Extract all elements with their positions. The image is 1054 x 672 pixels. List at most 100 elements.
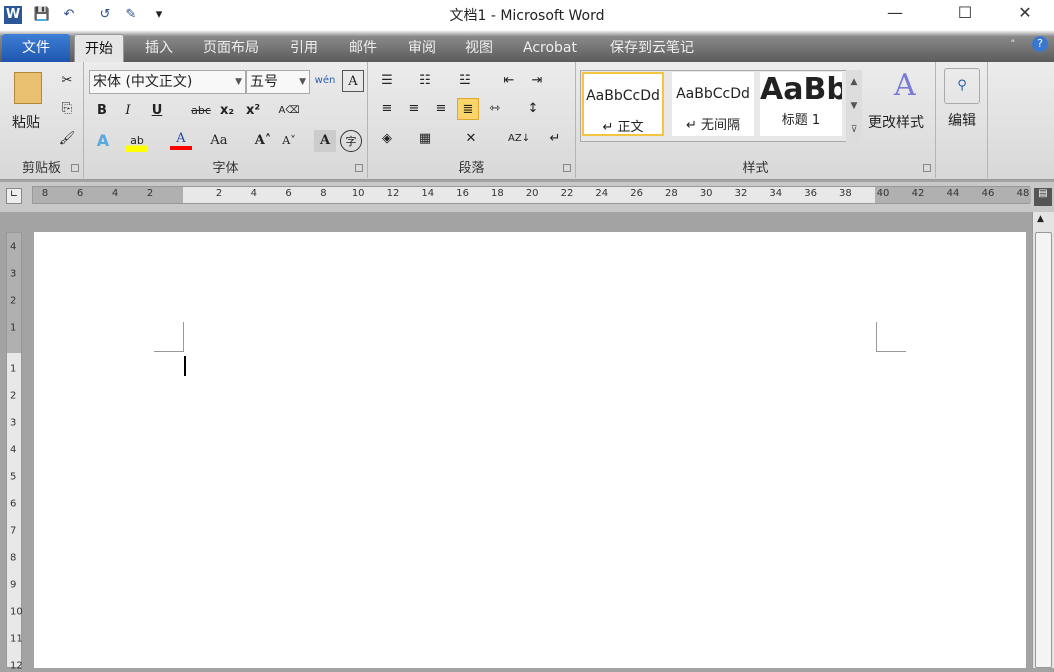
scroll-up-icon[interactable]: ▲ — [1037, 214, 1044, 224]
ruler-tick-label: 28 — [665, 188, 678, 199]
margin-corner-top-left — [154, 322, 184, 352]
ruler-tick-label: 42 — [911, 188, 925, 199]
tab-view[interactable]: 视图 — [455, 34, 503, 62]
distributed-icon[interactable]: ⇿ — [484, 98, 506, 120]
dialog-launcher-icon[interactable] — [923, 164, 931, 172]
strikethrough-button[interactable]: abc — [188, 100, 214, 122]
margin-corner-top-right — [876, 322, 906, 352]
ruler-tick-label: 2 — [10, 295, 17, 307]
style-gallery-scroll[interactable]: ▲ ▼ ⊽ — [846, 70, 862, 142]
font-color-button[interactable]: A — [170, 128, 192, 150]
ruler-tick-label: 20 — [525, 188, 539, 199]
sort-icon[interactable]: AZ↓ — [508, 128, 530, 150]
subscript-button[interactable]: x₂ — [216, 100, 238, 122]
ruler-tick-label: 12 — [386, 188, 400, 199]
view-ruler-icon[interactable]: ▤ — [1034, 188, 1052, 206]
underline-button[interactable]: U — [146, 100, 168, 122]
ruler-tick-label: 12 — [10, 660, 23, 672]
show-formatting-marks-icon[interactable]: ↵ — [544, 128, 566, 150]
tab-review[interactable]: 审阅 — [398, 34, 446, 62]
ruler-tick-label: 6 — [10, 498, 17, 510]
paste-icon[interactable] — [14, 72, 42, 104]
character-shading-button[interactable]: A — [314, 130, 336, 152]
ruler-tick-label: 14 — [421, 188, 435, 199]
font-size-select[interactable]: 五号 ▼ — [246, 70, 310, 94]
font-name-select[interactable]: 宋体 (中文正文) ▼ — [89, 70, 246, 94]
tab-file[interactable]: 文件 — [2, 34, 70, 62]
paste-button[interactable]: 粘贴 — [12, 112, 40, 132]
style-sample: AaBbCcDd — [676, 86, 750, 102]
ruler-tick-label: 36 — [804, 188, 817, 199]
editing-button[interactable]: 编辑 — [948, 110, 976, 130]
collapse-ribbon-icon[interactable]: ˄ — [1010, 38, 1016, 51]
line-spacing-icon[interactable]: ↕ — [522, 98, 544, 120]
ruler-tick-label: 26 — [630, 188, 643, 199]
clear-formatting-icon[interactable]: A⌫ — [278, 100, 300, 122]
bullets-icon[interactable]: ☰ — [376, 70, 398, 92]
borders-icon[interactable]: ▦ — [414, 128, 436, 150]
align-center-icon[interactable]: ≡ — [403, 98, 425, 120]
shrink-font-button[interactable]: A˅ — [278, 130, 300, 152]
document-page[interactable] — [34, 232, 1026, 668]
dialog-launcher-icon[interactable] — [355, 164, 363, 172]
tab-references[interactable]: 引用 — [280, 34, 328, 62]
maximize-button[interactable]: ☐ — [942, 0, 988, 28]
ruler-tick-label: 48 — [1016, 188, 1030, 199]
phonetic-guide-icon[interactable]: wén — [314, 70, 336, 92]
style-no-spacing[interactable]: AaBbCcDd ↵ 无间隔 — [672, 72, 754, 136]
vertical-scrollbar[interactable]: ▲ — [1032, 212, 1054, 668]
ruler-tick-label: 4 — [250, 188, 257, 199]
tab-acrobat[interactable]: Acrobat — [513, 34, 587, 62]
decrease-indent-icon[interactable]: ⇤ — [498, 70, 520, 92]
align-left-icon[interactable]: ≡ — [376, 98, 398, 120]
multilevel-list-icon[interactable]: ☳ — [454, 70, 476, 92]
close-button[interactable]: ✕ — [1002, 0, 1048, 28]
ruler-tick-label: 3 — [10, 417, 17, 429]
ruler-tick-label: 8 — [10, 552, 17, 564]
superscript-button[interactable]: x² — [242, 100, 264, 122]
ruler-tick-label: 8 — [41, 188, 49, 199]
change-case-button[interactable]: Aa — [208, 130, 230, 152]
dialog-launcher-icon[interactable] — [71, 164, 79, 172]
text-cursor — [184, 356, 186, 376]
enclose-characters-button[interactable]: 字 — [340, 130, 362, 152]
copy-icon[interactable]: ⎘ — [56, 98, 78, 120]
style-name: ↵ 正文 — [602, 120, 644, 135]
justify-icon[interactable]: ≣ — [457, 98, 479, 120]
align-right-icon[interactable]: ≡ — [430, 98, 452, 120]
format-painter-icon[interactable]: 🖌 — [56, 128, 78, 150]
ruler-tick-label: 4 — [10, 241, 17, 253]
vertical-ruler[interactable]: 4 3 2 1 1 2 3 4 5 6 7 8 9 10 11 12 — [6, 232, 23, 672]
find-binoculars-icon[interactable]: ⚲ — [944, 68, 980, 104]
character-border-icon[interactable]: A — [342, 70, 364, 92]
italic-button[interactable]: I — [117, 100, 139, 122]
text-effects-button[interactable]: A — [92, 130, 114, 152]
group-styles: AaBbCcDd ↵ 正文 AaBbCcDd ↵ 无间隔 AaBb 标题 1 ▲ ▼ ⊽ … — [576, 62, 936, 178]
minimize-button[interactable]: — — [872, 0, 918, 28]
tab-mailings[interactable]: 邮件 — [339, 34, 387, 62]
chinese-layout-icon[interactable]: ✕ — [460, 128, 482, 150]
style-normal[interactable]: AaBbCcDd ↵ 正文 — [582, 72, 664, 136]
grow-font-button[interactable]: A˄ — [252, 130, 274, 152]
horizontal-ruler[interactable]: 8 6 4 2 2 4 6 8 10 12 14 16 18 20 22 24 26 28 30 32 34 36 38 40… — [32, 186, 1031, 204]
highlight-color-button[interactable]: ab — [126, 130, 148, 152]
tab-insert[interactable]: 插入 — [135, 34, 183, 62]
tab-home[interactable]: 开始 — [74, 34, 124, 62]
tab-save-to-cloud-note[interactable]: 保存到云笔记 — [600, 34, 704, 62]
scroll-thumb[interactable] — [1035, 232, 1052, 668]
styles-group-label: 样式 — [742, 161, 769, 176]
bold-button[interactable]: B — [91, 100, 113, 122]
help-icon[interactable]: ? — [1032, 36, 1048, 52]
numbering-icon[interactable]: ☷ — [414, 70, 436, 92]
cut-icon[interactable]: ✂ — [56, 70, 78, 92]
ruler-tick-label: 11 — [10, 633, 23, 645]
change-styles-button[interactable]: 更改样式 — [868, 112, 924, 132]
ruler-tick-label: 32 — [734, 188, 748, 199]
style-heading-1[interactable]: AaBb 标题 1 — [760, 72, 842, 136]
tab-selector-icon[interactable]: ∟ — [6, 188, 22, 204]
increase-indent-icon[interactable]: ⇥ — [526, 70, 548, 92]
ruler-tick-label: 24 — [595, 188, 609, 199]
dialog-launcher-icon[interactable] — [563, 164, 571, 172]
shading-icon[interactable]: ◈ — [376, 128, 398, 150]
tab-page-layout[interactable]: 页面布局 — [193, 34, 269, 62]
